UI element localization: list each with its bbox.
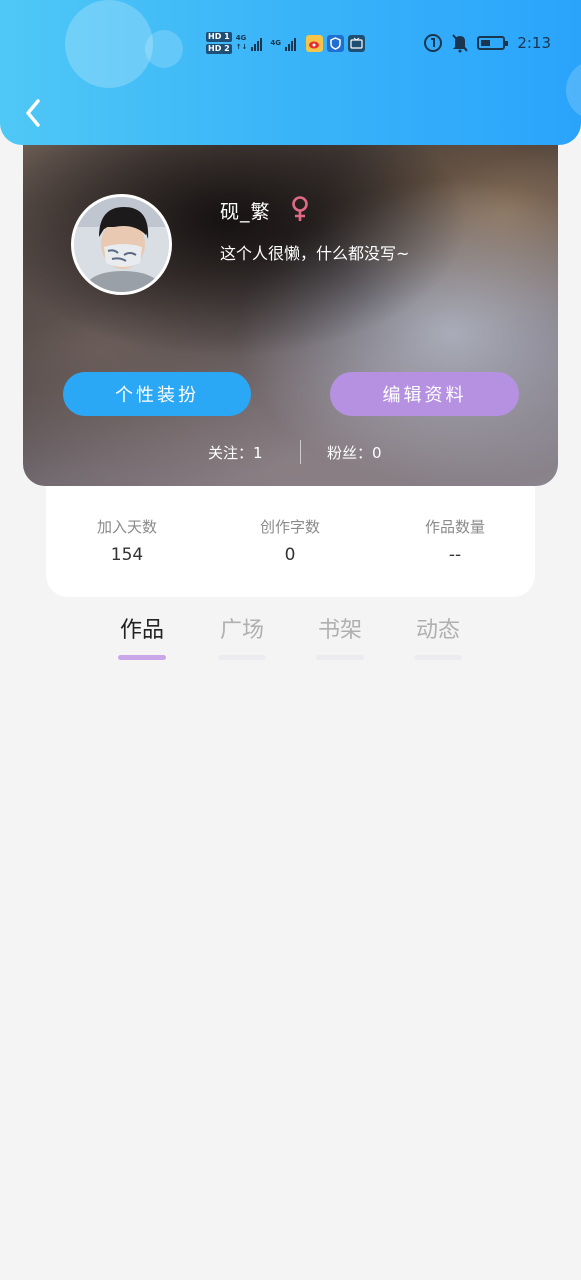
decorative-bubble: [65, 0, 153, 88]
tab-indicator: [414, 655, 462, 660]
user-bio: 这个人很懒，什么都没写~: [220, 244, 410, 263]
profile-card: 砚_繁 这个人很懒，什么都没写~ 个性装扮 编辑资料 关注：1 粉丝：0: [23, 145, 558, 486]
tab-activity[interactable]: 动态: [398, 612, 478, 660]
tab-label: 广场: [219, 618, 264, 643]
tab-bookshelf[interactable]: 书架: [300, 612, 380, 660]
avatar-image: [74, 197, 169, 292]
stat-label: 加入天数: [96, 518, 157, 536]
network-type-1b: ↑↓: [235, 43, 248, 51]
stat-label: 作品数量: [424, 518, 485, 536]
decorative-bubble: [566, 60, 581, 120]
stat-value: --: [448, 545, 462, 565]
back-button[interactable]: [18, 96, 48, 130]
tab-label: 书架: [317, 618, 362, 643]
tab-indicator: [118, 655, 166, 660]
hd-badge-1: HD 1: [206, 32, 232, 42]
hotspot-icon: [424, 34, 443, 52]
stat-word-count: 创作字数 0: [220, 516, 360, 565]
chevron-left-icon: [26, 99, 40, 127]
fans-count[interactable]: 粉丝：0: [327, 442, 382, 463]
user-nickname: 砚_繁: [220, 201, 271, 223]
female-gender-icon: [290, 195, 310, 227]
stat-value: 0: [284, 545, 296, 565]
avatar[interactable]: [71, 194, 172, 295]
shield-icon: [327, 34, 345, 52]
tab-square[interactable]: 广场: [202, 612, 282, 660]
stat-join-days: 加入天数 154: [57, 516, 197, 565]
status-time: 2:13: [517, 34, 551, 52]
follow-stats-row: 关注：1 粉丝：0: [23, 440, 558, 464]
signal-icon-1: [251, 35, 263, 51]
signal-icon-2: [285, 35, 297, 51]
content-tabs: 作品 广场 书架 动态: [0, 612, 581, 667]
hd-badge-2: HD 2: [206, 44, 232, 54]
stat-works-count: 作品数量 --: [385, 516, 525, 565]
following-count[interactable]: 关注：1: [208, 442, 263, 463]
tab-indicator: [316, 655, 364, 660]
status-bar-right: 2:13: [423, 33, 551, 53]
top-header-bar: HD 1 HD 2 4G ↑↓ 4G 2:13: [0, 0, 581, 145]
divider: [300, 440, 301, 464]
stat-label: 创作字数: [259, 518, 320, 536]
edit-profile-button[interactable]: 编辑资料: [330, 372, 519, 416]
network-type-1: 4G: [235, 34, 247, 42]
personal-dress-up-button[interactable]: 个性装扮: [63, 372, 251, 416]
tab-label: 作品: [119, 618, 164, 643]
network-type-2: 4G: [270, 38, 282, 47]
tab-works[interactable]: 作品: [102, 612, 182, 660]
battery-icon: [477, 36, 509, 50]
status-bar-left: HD 1 HD 2 4G ↑↓ 4G: [206, 28, 366, 58]
tv-icon: [348, 34, 366, 52]
stat-value: 154: [110, 545, 144, 565]
tab-indicator: [218, 655, 266, 660]
weibo-icon: [306, 34, 324, 52]
tab-label: 动态: [415, 618, 460, 643]
stats-card: 加入天数 154 创作字数 0 作品数量 --: [46, 486, 535, 597]
decorative-bubble: [145, 30, 183, 68]
mute-bell-icon: [452, 34, 469, 53]
